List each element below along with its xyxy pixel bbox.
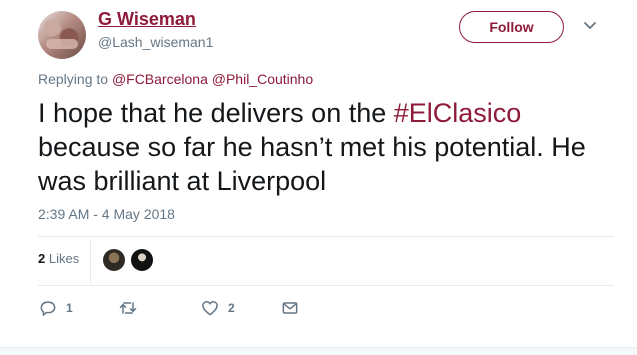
- replying-to: Replying to @FCBarcelona @Phil_Coutinho: [38, 71, 313, 87]
- reply-count: 1: [66, 301, 73, 315]
- like-count: 2: [228, 301, 235, 315]
- envelope-icon: [282, 302, 298, 314]
- divider-bottom: [38, 285, 614, 286]
- like-button[interactable]: 2: [200, 298, 235, 318]
- likes-label: Likes: [48, 251, 80, 266]
- likes-separator: [90, 240, 91, 284]
- liker-avatar[interactable]: [103, 249, 125, 271]
- tweet-text: I hope that he delivers on the #ElClasic…: [38, 96, 618, 198]
- retweet-button[interactable]: [118, 298, 138, 318]
- likes-number: 2: [38, 251, 46, 266]
- divider-top: [38, 236, 614, 237]
- retweet-icon: [119, 302, 137, 314]
- timestamp[interactable]: 2:39 AM - 4 May 2018: [38, 206, 175, 222]
- tweet-text-part-2: because so far he hasn’t met his potenti…: [38, 132, 586, 196]
- follow-button[interactable]: Follow: [459, 11, 564, 43]
- reply-icon: [40, 301, 56, 316]
- tweet-text-part-1: I hope that he delivers on the: [38, 98, 394, 128]
- reply-button[interactable]: 1: [38, 298, 73, 318]
- direct-message-button[interactable]: [280, 298, 300, 318]
- liker-avatar[interactable]: [131, 249, 153, 271]
- avatar[interactable]: [38, 11, 86, 59]
- replying-to-label: Replying to: [38, 71, 109, 87]
- screen-name[interactable]: @Lash_wiseman1: [98, 34, 213, 50]
- mention-fcbarcelona[interactable]: @FCBarcelona: [112, 71, 208, 87]
- likes-count[interactable]: 2 Likes: [38, 251, 79, 266]
- hashtag-link[interactable]: #ElClasico: [394, 98, 522, 128]
- display-name[interactable]: G Wiseman: [98, 9, 196, 30]
- avatar-detail: [46, 39, 78, 49]
- tweet-card: G Wiseman @Lash_wiseman1 Follow Replying…: [0, 0, 637, 355]
- chevron-down-icon[interactable]: [582, 18, 598, 34]
- heart-icon: [202, 301, 218, 316]
- mention-phil-coutinho[interactable]: @Phil_Coutinho: [212, 71, 313, 87]
